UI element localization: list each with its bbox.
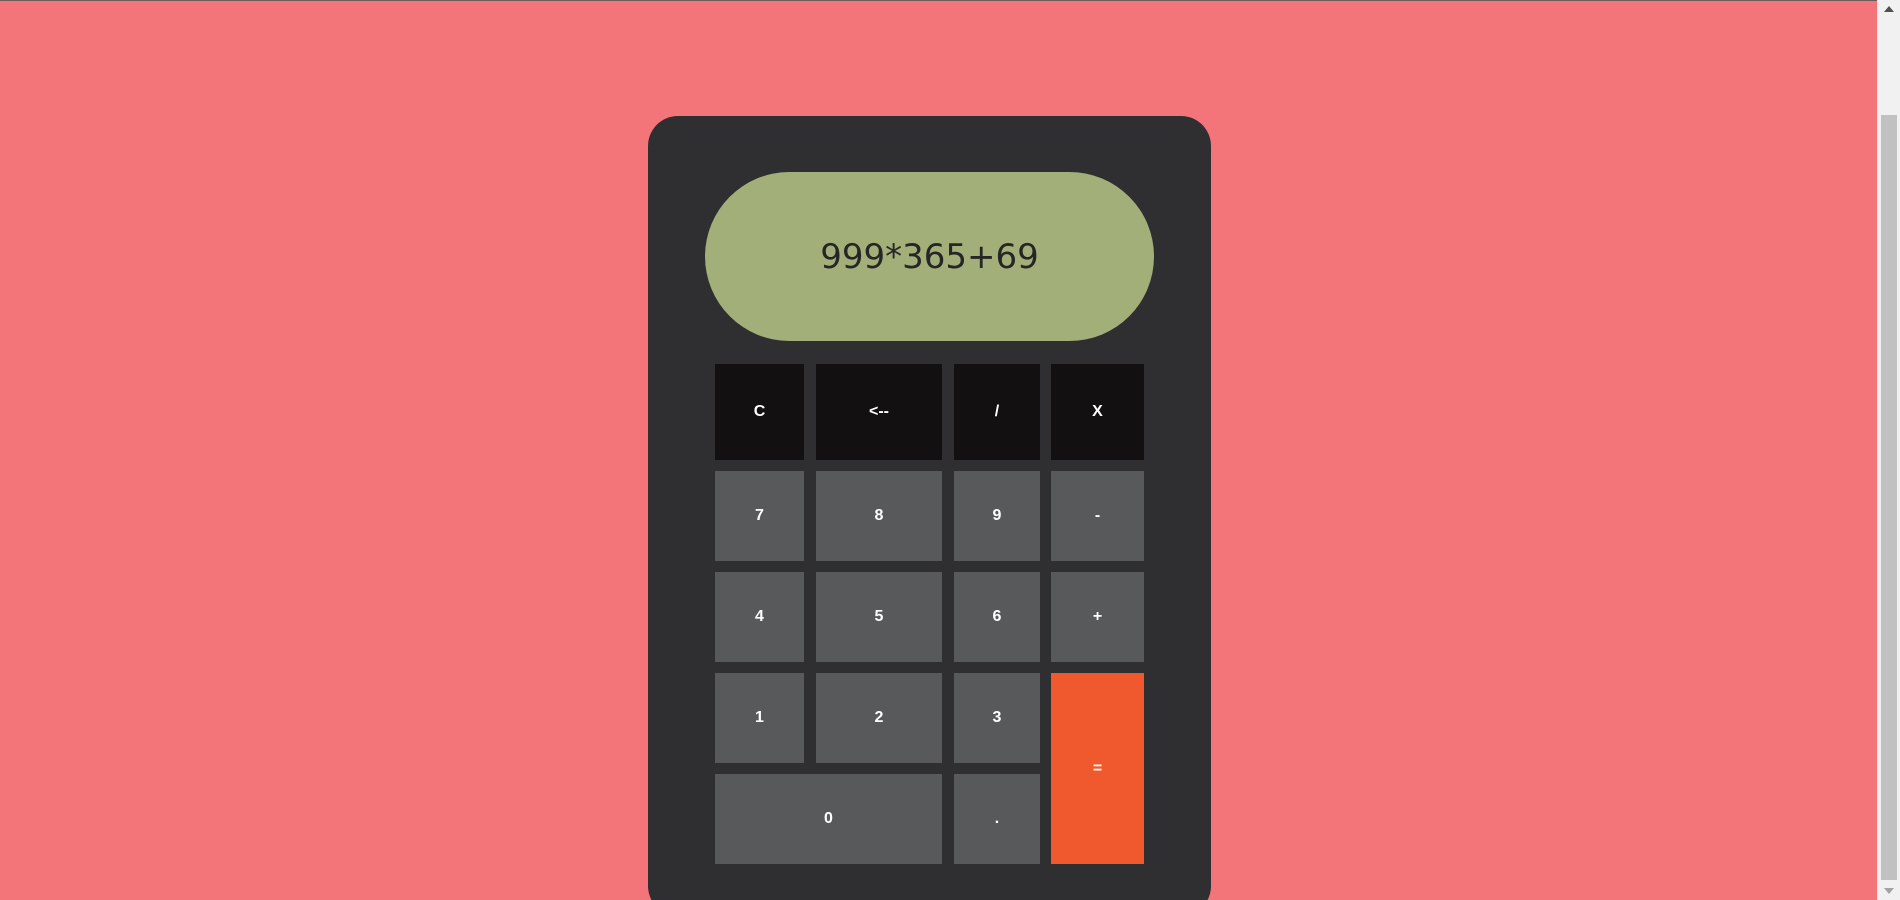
- scrollbar-thumb[interactable]: [1881, 115, 1897, 880]
- digit-2-button[interactable]: 2: [816, 673, 942, 763]
- page: 999*365+69 C <-- / X 7 8 9 - 4 5 6 + 1 2…: [0, 0, 1900, 900]
- vertical-scrollbar[interactable]: [1877, 0, 1900, 900]
- calculator-display: 999*365+69: [705, 172, 1154, 341]
- clear-button[interactable]: C: [715, 364, 804, 460]
- minus-button[interactable]: -: [1051, 471, 1144, 561]
- calculator: 999*365+69 C <-- / X 7 8 9 - 4 5 6 + 1 2…: [648, 116, 1211, 900]
- top-border: [0, 0, 1878, 1]
- digit-5-button[interactable]: 5: [816, 572, 942, 662]
- plus-button[interactable]: +: [1051, 572, 1144, 662]
- divide-button[interactable]: /: [954, 364, 1040, 460]
- decimal-button[interactable]: .: [954, 774, 1040, 864]
- digit-3-button[interactable]: 3: [954, 673, 1040, 763]
- digit-9-button[interactable]: 9: [954, 471, 1040, 561]
- chevron-up-icon[interactable]: [1884, 6, 1894, 12]
- backspace-button[interactable]: <--: [816, 364, 942, 460]
- chevron-down-icon[interactable]: [1884, 888, 1894, 894]
- digit-7-button[interactable]: 7: [715, 471, 804, 561]
- multiply-button[interactable]: X: [1051, 364, 1144, 460]
- digit-6-button[interactable]: 6: [954, 572, 1040, 662]
- digit-0-button[interactable]: 0: [715, 774, 942, 864]
- digit-1-button[interactable]: 1: [715, 673, 804, 763]
- digit-4-button[interactable]: 4: [715, 572, 804, 662]
- equals-button[interactable]: =: [1051, 673, 1144, 864]
- digit-8-button[interactable]: 8: [816, 471, 942, 561]
